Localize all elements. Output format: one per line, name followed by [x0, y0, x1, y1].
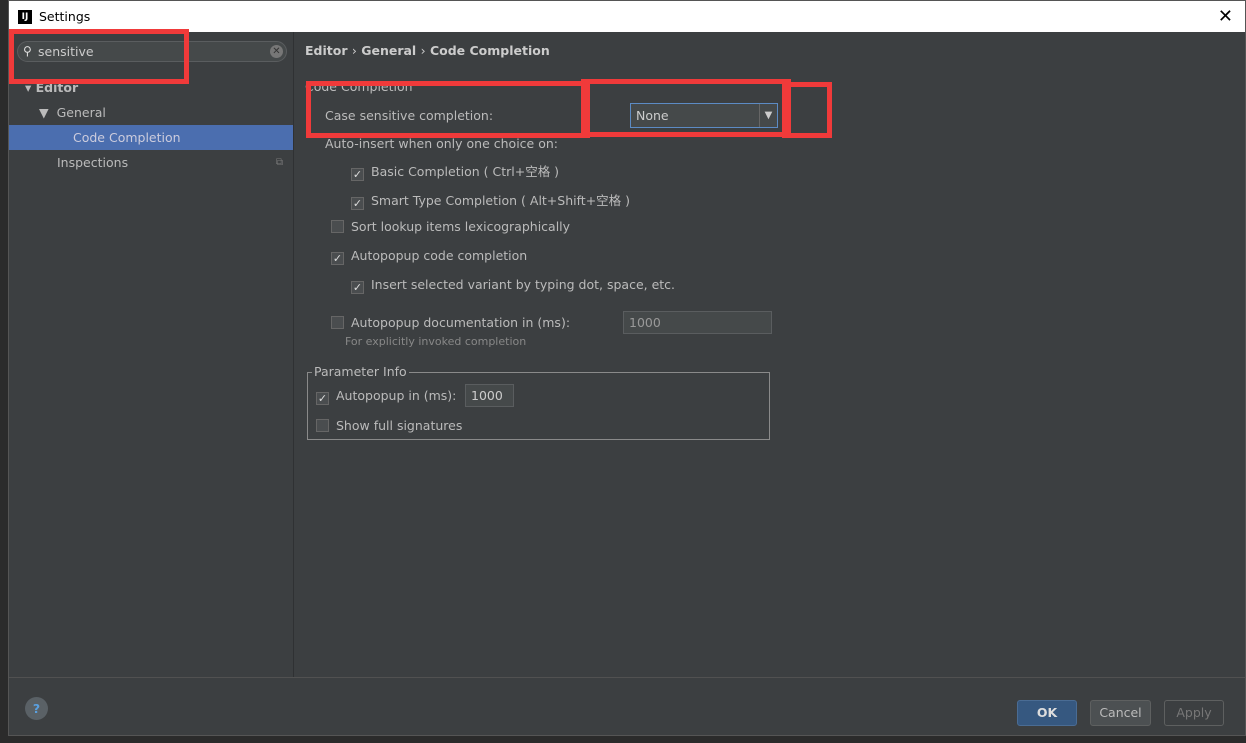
checkmark-icon: ✓	[351, 197, 364, 210]
cancel-button[interactable]: Cancel	[1090, 700, 1151, 726]
close-icon[interactable]: ✕	[1218, 6, 1233, 27]
title-bar: IJ Settings ✕	[9, 1, 1245, 32]
parameter-info-group: Parameter Info ✓ Autopopup in (ms): 1000 …	[307, 364, 770, 440]
editor-background	[0, 0, 8, 743]
checkmark-icon: ✓	[316, 392, 329, 405]
tree-item-inspections[interactable]: Inspections ⧉	[9, 150, 293, 175]
basic-completion-checkbox[interactable]: ✓ Basic Completion ( Ctrl+空格 )	[351, 161, 559, 181]
checkmark-icon: ✓	[351, 281, 364, 294]
parameter-info-title: Parameter Info	[312, 364, 409, 379]
insert-variant-checkbox[interactable]: ✓ Insert selected variant by typing dot, …	[351, 277, 675, 294]
highlight-label	[306, 81, 590, 138]
dialog-footer: ? OK Cancel Apply	[9, 677, 1245, 737]
apply-button[interactable]: Apply	[1164, 700, 1224, 726]
autopopup-doc-checkbox[interactable]: Autopopup documentation in (ms):	[331, 315, 570, 330]
settings-tree: ▾ Editor ▼ General Code Completion Inspe…	[9, 75, 293, 175]
tree-item-general[interactable]: ▼ General	[9, 100, 293, 125]
show-full-signatures-checkbox[interactable]: Show full signatures	[316, 418, 462, 433]
intellij-logo: IJ	[18, 9, 32, 24]
auto-insert-label: Auto-insert when only one choice on:	[325, 136, 558, 151]
autopopup-doc-input[interactable]: 1000	[623, 311, 772, 334]
settings-sidebar: ⚲ sensitive ✕ ▾ Editor ▼ General Code Co…	[9, 32, 294, 677]
highlight-search	[9, 29, 189, 84]
highlight-extra	[782, 82, 832, 138]
checkmark-icon: ✓	[331, 252, 344, 265]
autopopup-doc-hint: For explicitly invoked completion	[345, 335, 527, 348]
param-autopopup-input[interactable]: 1000	[465, 384, 514, 407]
smart-completion-checkbox[interactable]: ✓ Smart Type Completion ( Alt+Shift+空格 )	[351, 190, 630, 210]
highlight-dropdown	[581, 79, 791, 137]
checkmark-icon: ✓	[351, 168, 364, 181]
window-title: Settings	[39, 9, 91, 24]
ok-button[interactable]: OK	[1017, 700, 1077, 726]
help-icon[interactable]: ?	[25, 697, 48, 720]
sort-lexicographically-checkbox[interactable]: Sort lookup items lexicographically	[331, 219, 570, 234]
autopopup-completion-checkbox[interactable]: ✓ Autopopup code completion	[331, 248, 527, 265]
param-autopopup-checkbox[interactable]: ✓ Autopopup in (ms):	[316, 388, 456, 405]
copy-icon: ⧉	[275, 157, 283, 168]
clear-search-icon[interactable]: ✕	[270, 45, 283, 58]
tree-item-code-completion[interactable]: Code Completion	[9, 125, 293, 150]
breadcrumb: Editor › General › Code Completion	[305, 43, 550, 58]
